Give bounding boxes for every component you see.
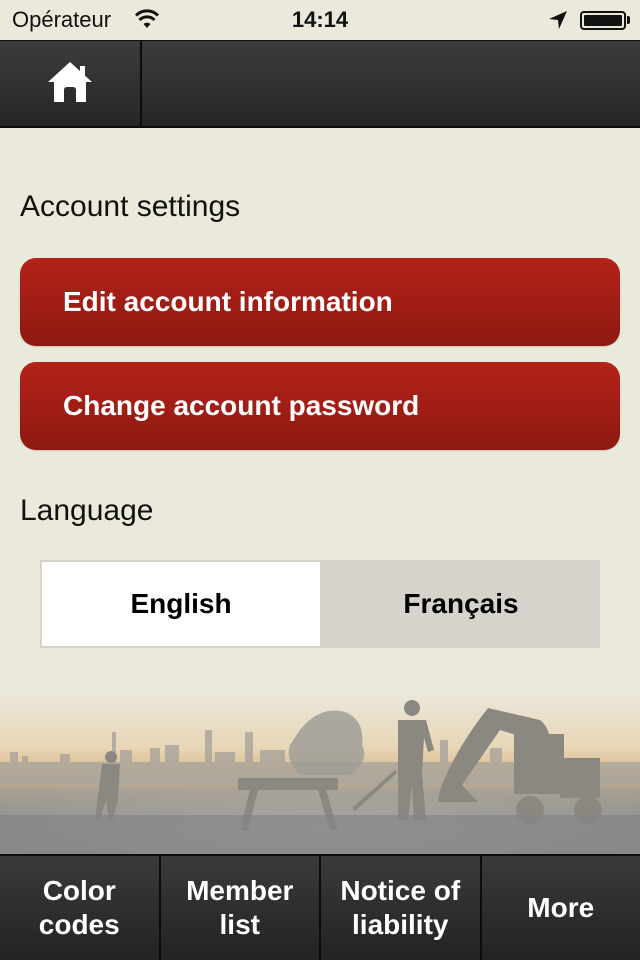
tab-label-line1: Member <box>186 875 294 906</box>
clock: 14:14 <box>291 7 349 32</box>
tab-label-line1: Notice of <box>340 875 461 906</box>
language-option-english[interactable]: English <box>40 560 322 648</box>
language-segmented-control: English Français <box>40 560 600 648</box>
battery-tip <box>627 16 630 24</box>
battery-icon <box>580 11 626 30</box>
location-arrow-icon <box>548 10 568 35</box>
change-password-button[interactable]: Change account password <box>20 362 620 450</box>
tab-label-line1: More <box>527 892 595 923</box>
tab-label-line2: list <box>219 909 260 940</box>
home-button[interactable] <box>0 41 142 127</box>
account-settings-heading: Account settings <box>20 190 241 223</box>
nav-bar <box>0 40 640 128</box>
tab-notice-of-liability[interactable]: Notice of liability <box>321 856 480 960</box>
tab-label-line1: Color <box>42 875 116 906</box>
home-icon <box>46 60 94 109</box>
construction-skyline-illustration <box>0 690 640 855</box>
tab-color-codes[interactable]: Color codes <box>0 856 159 960</box>
tab-label-line2: codes <box>38 909 120 940</box>
tab-bar: Color codes Member list Notice of liability… <box>0 854 640 960</box>
tab-label-line2: liability <box>352 909 449 940</box>
language-option-francais[interactable]: Français <box>322 560 600 648</box>
status-bar: Opérateur 14:14 <box>0 0 640 40</box>
tab-more[interactable]: More <box>481 856 640 960</box>
language-heading: Language <box>20 494 154 527</box>
edit-account-button[interactable]: Edit account information <box>20 258 620 346</box>
tab-member-list[interactable]: Member list <box>160 856 319 960</box>
